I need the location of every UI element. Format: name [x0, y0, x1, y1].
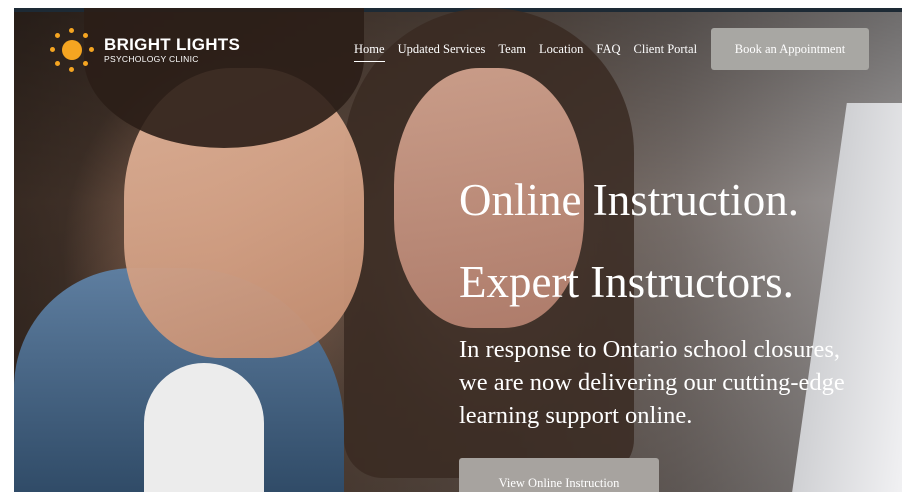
nav-updated-services[interactable]: Updated Services	[398, 42, 486, 62]
hero-photo-laptop	[792, 103, 902, 492]
nav-faq[interactable]: FAQ	[596, 42, 620, 62]
brand-name: BRIGHT LIGHTS	[104, 35, 241, 55]
view-online-instruction-button[interactable]: View Online Instruction	[459, 458, 659, 492]
nav-home[interactable]: Home	[354, 42, 385, 62]
hero-headline-1: Online Instruction.	[459, 175, 799, 225]
nav-team[interactable]: Team	[498, 42, 526, 62]
brand-subtitle: PSYCHOLOGY CLINIC	[104, 54, 199, 65]
site-logo[interactable]: BRIGHT LIGHTS PSYCHOLOGY CLINIC	[50, 28, 240, 72]
hero-photo-boy-tshirt	[144, 363, 264, 492]
hero-body-text: In response to Ontario school closures, …	[459, 336, 845, 430]
book-appointment-button[interactable]: Book an Appointment	[711, 28, 869, 70]
hero-section: BRIGHT LIGHTS PSYCHOLOGY CLINIC Home Upd…	[14, 8, 902, 492]
nav-client-portal[interactable]: Client Portal	[634, 42, 698, 62]
sun-icon	[50, 28, 94, 72]
nav-location[interactable]: Location	[539, 42, 583, 62]
hero-headline-2: Expert Instructors.	[459, 257, 794, 307]
main-nav: Home Updated Services Team Location FAQ …	[354, 42, 697, 62]
